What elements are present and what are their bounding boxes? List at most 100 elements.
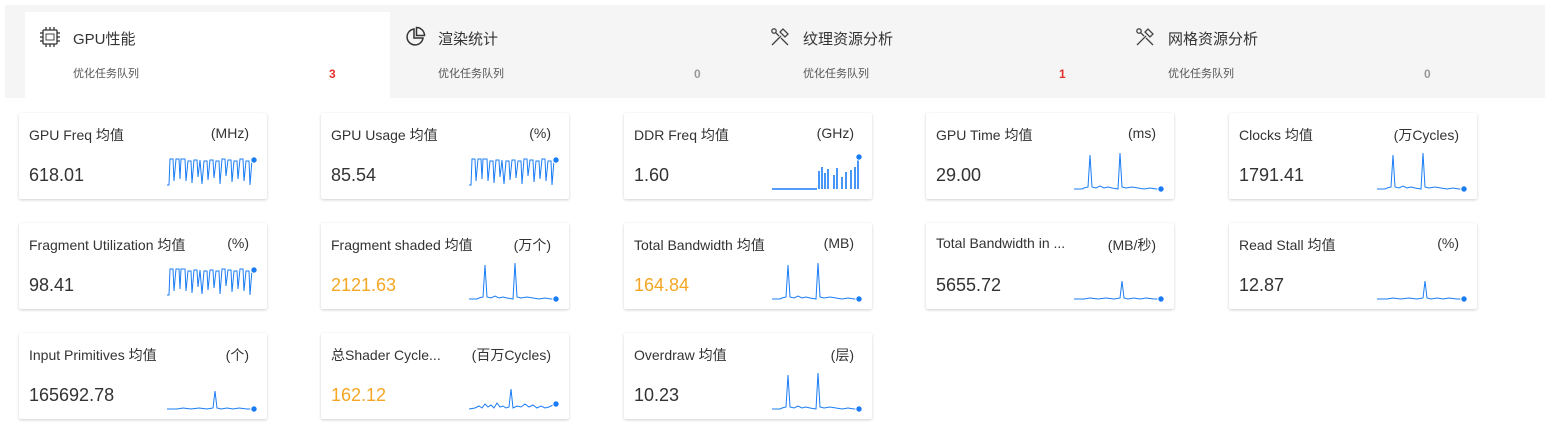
sparkline-path [167,268,253,296]
sparkline [167,266,258,296]
sparkline-path [469,388,556,410]
metric-card[interactable]: Clocks 均值 (万Cycles) 1791.41 [1229,113,1477,199]
metric-unit: (%) [529,125,551,141]
metric-label: Total Bandwidth 均值 [634,237,765,253]
sparkline-end-dot [250,266,258,274]
sparkline-path [469,158,555,186]
tab-count-badge: 3 [329,67,336,81]
sparkline [772,372,863,413]
metric-unit: (个) [225,347,249,363]
metric-value: 618.01 [29,165,85,185]
sparkline-path [772,262,858,300]
tab-title: 网格资源分析 [1168,31,1259,48]
sparkline-end-dot [1157,185,1165,193]
metric-label: GPU Freq 均值 [29,127,124,143]
metric-card[interactable]: Total Bandwidth 均值 (MB) 164.84 [624,223,872,309]
sparkline-end-dot [552,400,560,408]
metric-card[interactable]: GPU Time 均值 (ms) 29.00 [926,113,1174,199]
tab-count-badge: 0 [1424,67,1431,81]
sparkline-path [167,390,253,410]
metric-card[interactable]: Read Stall 均值 (%) 12.87 [1229,223,1477,309]
metric-value: 165692.78 [29,385,115,405]
sparkline [167,390,258,413]
metric-label: Fragment shaded 均值 [331,237,473,253]
metric-unit: (万个) [513,237,551,253]
metric-card[interactable]: Fragment shaded 均值 (万个) 2121.63 [321,223,569,309]
metric-label: DDR Freq 均值 [634,127,729,143]
gpu-chip-icon [39,26,61,48]
sparkline-path [772,372,858,410]
tab-title: GPU性能 [73,31,136,48]
tools-icon [769,26,791,48]
sparkline-path [1377,280,1463,300]
metric-value: 29.00 [936,165,982,185]
metric-label: Read Stall 均值 [1239,237,1336,253]
sparkline [1074,280,1165,303]
sparkline [469,388,560,410]
tab-subtitle: 优化任务队列 [1168,68,1234,80]
tab-bar: GPU性能 优化任务队列 3 渲染统计 优化任务队列 0 纹理资源分析 优化任务… [5,5,1545,98]
sparkline-end-dot [552,156,560,164]
metric-unit: (MB/秒) [1107,237,1156,253]
tab-count-badge: 0 [694,67,701,81]
sparkline [469,262,560,303]
metric-unit: (MHz) [210,125,249,141]
tools-icon [1134,26,1156,48]
sparkline-end-dot [1157,295,1165,303]
sparkline-end-dot [855,295,863,303]
tab-subtitle: 优化任务队列 [803,68,869,80]
sparkline [1074,152,1165,193]
metric-unit: (%) [227,235,249,251]
sparkline-end-dot [855,405,863,413]
metric-unit: (ms) [1128,125,1156,141]
tab-subtitle: 优化任务队列 [73,68,139,80]
metric-card[interactable]: Fragment Utilization 均值 (%) 98.41 [19,223,267,309]
metric-card[interactable]: 总Shader Cycle... (百万Cycles) 162.12 [321,333,569,419]
sparkline-end-dot [1460,185,1468,193]
metric-unit: (层) [830,347,854,363]
metric-label: Fragment Utilization 均值 [29,237,186,253]
tab-title: 渲染统计 [438,31,499,48]
metric-card[interactable]: Total Bandwidth in ... (MB/秒) 5655.72 [926,223,1174,309]
tab-mesh-analysis[interactable]: 网格资源分析 优化任务队列 0 [1120,12,1485,98]
metric-label: Total Bandwidth in ... [936,235,1066,251]
tab-gpu-performance[interactable]: GPU性能 优化任务队列 3 [25,12,390,98]
metric-unit: (百万Cycles) [471,347,551,363]
metric-unit: (万Cycles) [1393,127,1459,143]
sparkline-path [772,157,859,190]
metric-card[interactable]: DDR Freq 均值 (GHz) 1.60 [624,113,872,199]
metric-card[interactable]: Input Primitives 均值 (个) 165692.78 [19,333,267,419]
metric-value: 10.23 [634,385,680,405]
tab-texture-analysis[interactable]: 纹理资源分析 优化任务队列 1 [755,12,1120,98]
metric-card[interactable]: GPU Freq 均值 (MHz) 618.01 [19,113,267,199]
metric-value: 164.84 [634,275,690,295]
tab-title: 纹理资源分析 [803,31,894,48]
metric-label: Input Primitives 均值 [29,347,157,363]
tab-render-stats[interactable]: 渲染统计 优化任务队列 0 [390,12,755,98]
metric-value: 85.54 [331,165,377,185]
sparkline-end-dot [250,405,258,413]
sparkline-path [1074,280,1160,300]
metric-label: GPU Usage 均值 [331,127,438,143]
metric-value: 2121.63 [331,275,397,295]
sparkline [469,156,560,186]
sparkline-path [1377,152,1463,190]
metric-unit: (GHz) [816,125,854,141]
metric-unit: (%) [1437,235,1459,251]
metric-card[interactable]: GPU Usage 均值 (%) 85.54 [321,113,569,199]
metric-value: 12.87 [1239,275,1285,295]
tab-count-badge: 1 [1059,67,1066,81]
metric-label: GPU Time 均值 [936,127,1033,143]
tab-subtitle: 优化任务队列 [438,68,504,80]
metric-unit: (MB) [823,235,854,251]
sparkline-path [167,158,253,186]
metric-label: 总Shader Cycle... [331,347,441,363]
sparkline-path [469,262,555,300]
metric-label: Overdraw 均值 [634,347,727,363]
metric-card[interactable]: Overdraw 均值 (层) 10.23 [624,333,872,419]
metric-value: 5655.72 [936,275,1002,295]
sparkline-end-dot [250,156,258,164]
metric-value: 1791.41 [1239,165,1305,185]
sparkline [167,156,258,186]
metric-value: 162.12 [331,385,387,405]
